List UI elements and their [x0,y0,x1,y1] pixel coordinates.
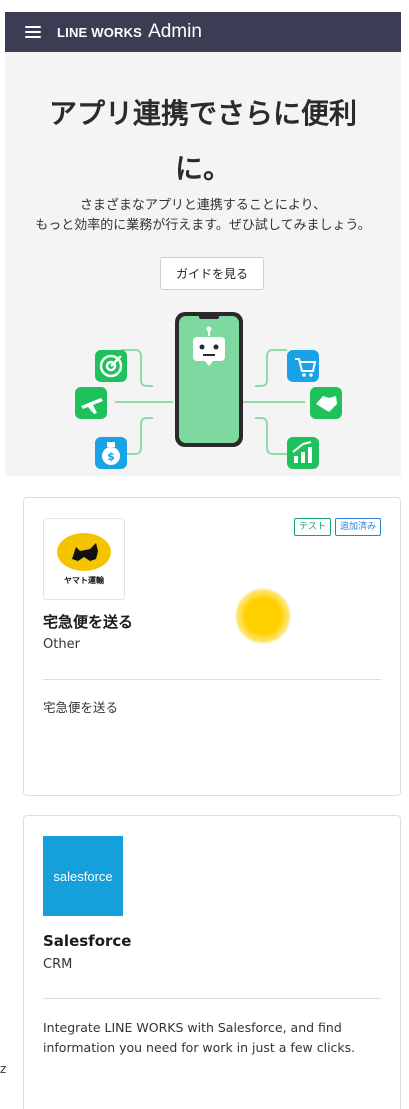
app-description: 宅急便を送る [43,700,119,715]
handshake-icon [310,387,342,419]
menu-icon[interactable] [25,26,41,38]
money-bag-icon: $ [95,437,127,469]
svg-text:$: $ [107,450,115,463]
app-card-salesforce[interactable]: salesforce Salesforce CRM Integrate LINE… [23,815,401,1109]
target-icon [95,350,127,382]
app-name: Salesforce [43,932,132,950]
brand-name: LINE WORKS [57,25,143,40]
hero-banner: アプリ連携でさらに便利 に。 さまざまなアプリと連携することにより、 もっと効率… [5,52,401,476]
app-name: 宅急便を送る [43,613,134,631]
edge-fragment: z [0,1062,7,1076]
test-badge: テスト [293,518,331,536]
app-category: CRM [43,957,73,972]
app-description: Integrate LINE WORKS with Salesforce, an… [43,1020,356,1055]
cat-icon [72,543,98,561]
salesforce-logo: salesforce [43,836,123,916]
chart-icon [287,437,319,469]
top-bar: LINE WORKS Admin [5,12,401,52]
plane-icon [75,387,107,419]
integration-illustration: $ [75,312,342,469]
app-category: Other [43,637,80,652]
hero-title: アプリ連携でさらに便利 に。 [48,97,357,185]
view-guide-button[interactable]: ガイドを見る [160,257,264,290]
status-badges: テスト 追加済み [293,518,381,536]
divider [43,679,381,680]
brand-logo[interactable]: LINE WORKS Admin [57,21,202,43]
yamato-logo: ヤマト運輸 [43,518,125,600]
cart-icon [287,350,319,382]
product-name: Admin [148,21,202,42]
app-card-yamato[interactable]: ヤマト運輸 テスト 追加済み 宅急便を送る Other 宅急便を送る [23,497,401,796]
divider [43,998,381,999]
hero-description: さまざまなアプリと連携することにより、 もっと効率的に業務が行えます。ぜひ試して… [35,198,371,233]
touch-indicator [235,588,291,644]
added-badge: 追加済み [334,518,381,536]
